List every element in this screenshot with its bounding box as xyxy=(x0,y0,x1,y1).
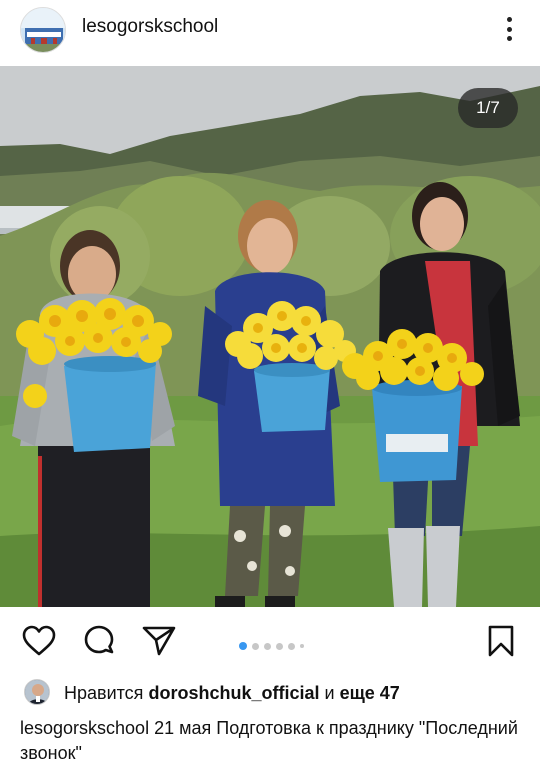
image-counter: 1/7 xyxy=(458,88,518,128)
liker-username[interactable]: doroshchuk_official xyxy=(148,683,319,703)
carousel-dot xyxy=(252,642,259,650)
post-username[interactable]: lesogorskschool xyxy=(82,16,218,38)
carousel-dots xyxy=(239,642,304,650)
likes-prefix: Нравится xyxy=(64,683,144,703)
likes-text: Нравится doroshchuk_official и еще 47 xyxy=(64,683,400,704)
post-header: lesogorskschool xyxy=(0,0,540,66)
post-caption: lesogorskschool 21 мая Подготовка к праз… xyxy=(20,716,525,766)
liker-avatar[interactable] xyxy=(24,679,50,705)
bookmark-icon[interactable] xyxy=(483,623,519,659)
caption-username[interactable]: lesogorskschool xyxy=(20,718,149,738)
action-bar xyxy=(0,607,540,671)
carousel-dot xyxy=(276,642,283,650)
comment-icon[interactable] xyxy=(81,623,117,659)
carousel-dot xyxy=(300,644,304,648)
heart-icon[interactable] xyxy=(21,623,57,659)
more-vertical-icon[interactable] xyxy=(502,14,516,44)
post-photo[interactable]: 1/7 xyxy=(0,66,540,607)
carousel-dot xyxy=(288,642,295,650)
profile-avatar[interactable] xyxy=(20,7,66,53)
send-icon[interactable] xyxy=(141,623,177,659)
carousel-dot xyxy=(264,642,271,650)
likes-others[interactable]: еще 47 xyxy=(340,683,400,703)
likes-row: Нравится doroshchuk_official и еще 47 xyxy=(0,677,540,709)
likes-conjunction: и xyxy=(324,683,335,703)
carousel-dot-active xyxy=(239,642,247,650)
